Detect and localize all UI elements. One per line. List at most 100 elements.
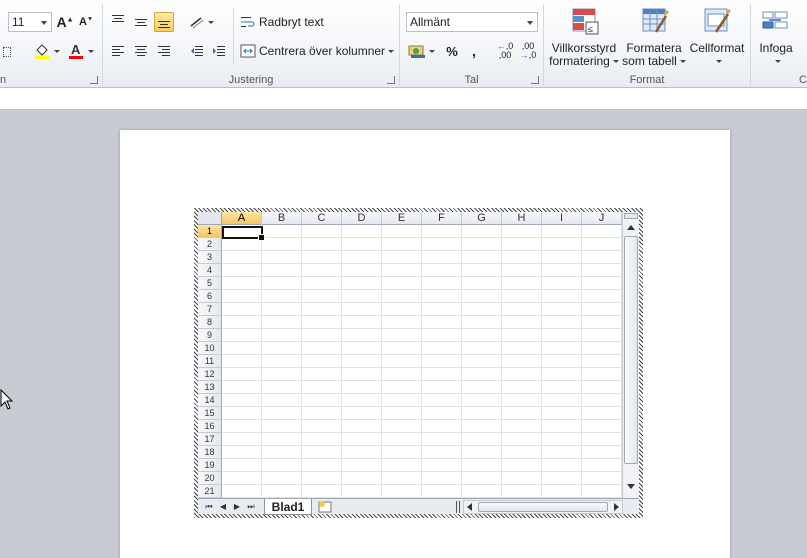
font-color-button[interactable]: A [66, 41, 94, 61]
row-header-4[interactable]: 4 [198, 264, 222, 277]
row-header-13[interactable]: 13 [198, 381, 222, 394]
column-header-h[interactable]: H [502, 212, 542, 225]
merge-cells-icon [240, 44, 256, 58]
column-header-c[interactable]: C [302, 212, 342, 225]
scroll-right-icon[interactable] [614, 503, 619, 511]
grid-line [222, 432, 622, 433]
row-header-12[interactable]: 12 [198, 368, 222, 381]
comma-button[interactable]: , [464, 41, 484, 61]
column-header-e[interactable]: E [382, 212, 422, 225]
active-cell-a1[interactable] [222, 226, 265, 241]
increase-indent-button[interactable] [209, 41, 229, 61]
grid-line [222, 276, 622, 277]
horizontal-scrollbar[interactable] [463, 500, 623, 514]
column-header-j[interactable]: J [582, 212, 622, 225]
insert-button[interactable]: Infoga [753, 6, 799, 70]
align-bottom-icon [158, 21, 170, 28]
row-header-1[interactable]: 1 [198, 225, 222, 238]
grid-line [222, 445, 622, 446]
chevron-down-icon [774, 60, 781, 64]
currency-button[interactable] [406, 41, 436, 61]
font-dialog-launcher[interactable] [90, 76, 98, 84]
column-header-b[interactable]: B [262, 212, 302, 225]
align-bottom-button[interactable] [154, 12, 174, 32]
chevron-down-icon [53, 49, 60, 53]
grid-line [222, 380, 622, 381]
column-header-d[interactable]: D [342, 212, 382, 225]
next-sheet-button[interactable]: ▶ [230, 500, 244, 513]
column-header-g[interactable]: G [462, 212, 502, 225]
decrease-indent-button[interactable] [187, 41, 207, 61]
last-sheet-button[interactable]: ⏭ [244, 500, 258, 513]
orientation-button[interactable] [187, 12, 215, 32]
row-header-19[interactable]: 19 [198, 459, 222, 472]
merge-center-button[interactable]: Centrera över kolumner [240, 41, 395, 61]
cell-grid[interactable]: A B C D E F G H I J 1 2 3 4 5 6 7 8 9 10 11 12 13 14 15 16 17 18 19 2… [198, 212, 639, 498]
scroll-left-icon[interactable] [467, 503, 472, 511]
column-header-a[interactable]: A [222, 212, 262, 225]
conditional-formatting-button[interactable]: ≤ Villkorsstyrd formatering [548, 6, 620, 70]
grid-line [222, 419, 622, 420]
row-header-10[interactable]: 10 [198, 342, 222, 355]
row-header-20[interactable]: 20 [198, 472, 222, 485]
row-header-2[interactable]: 2 [198, 238, 222, 251]
select-all-corner[interactable] [198, 212, 222, 225]
vertical-scroll-thumb[interactable] [624, 236, 638, 464]
format-as-table-button[interactable]: Formatera som tabell [622, 6, 686, 70]
column-header-i[interactable]: I [542, 212, 582, 225]
align-left-button[interactable] [108, 41, 128, 61]
number-dialog-launcher[interactable] [531, 76, 539, 84]
row-header-17[interactable]: 17 [198, 433, 222, 446]
alignment-dialog-launcher[interactable] [387, 76, 395, 84]
row-header-21[interactable]: 21 [198, 485, 222, 498]
insert-sheet-button[interactable] [316, 500, 346, 514]
scroll-up-icon[interactable] [627, 225, 635, 230]
row-header-11[interactable]: 11 [198, 355, 222, 368]
increase-decimal-button[interactable]: ←,0,00 [494, 40, 516, 62]
wrap-text-button[interactable]: Radbryt text [240, 12, 324, 32]
row-header-6[interactable]: 6 [198, 290, 222, 303]
first-sheet-button[interactable]: ⏮ [202, 500, 216, 513]
grow-font-button[interactable]: A▲ [55, 12, 75, 32]
align-middle-button[interactable] [131, 12, 151, 32]
sheet-tab-blad1[interactable]: Blad1 [264, 499, 312, 515]
row-header-14[interactable]: 14 [198, 394, 222, 407]
align-center-button[interactable] [131, 41, 151, 61]
row-header-15[interactable]: 15 [198, 407, 222, 420]
decrease-decimal-button[interactable]: ,00 →,0 [517, 40, 539, 62]
grid-line [222, 367, 622, 368]
align-right-button[interactable] [154, 41, 174, 61]
scroll-down-icon[interactable] [627, 484, 635, 489]
row-header-8[interactable]: 8 [198, 316, 222, 329]
row-header-5[interactable]: 5 [198, 277, 222, 290]
row-header-9[interactable]: 9 [198, 329, 222, 342]
column-header-f[interactable]: F [422, 212, 462, 225]
shrink-font-button[interactable]: A▼ [76, 12, 96, 32]
vertical-scrollbar[interactable] [622, 212, 639, 498]
row-header-7[interactable]: 7 [198, 303, 222, 316]
split-box[interactable] [624, 213, 638, 219]
fill-color-button[interactable] [32, 41, 60, 61]
embedded-worksheet[interactable]: A B C D E F G H I J 1 2 3 4 5 6 7 8 9 10 11 12 13 14 15 16 17 18 19 2… [194, 208, 643, 518]
grid-line [222, 328, 622, 329]
cell-styles-icon [704, 8, 732, 33]
percent-button[interactable]: % [442, 41, 462, 61]
row-header-16[interactable]: 16 [198, 420, 222, 433]
row-header-3[interactable]: 3 [198, 251, 222, 264]
font-color-icon: A [68, 42, 83, 59]
prev-sheet-button[interactable]: ◀ [216, 500, 230, 513]
align-top-icon [112, 15, 124, 22]
align-top-button[interactable] [108, 10, 128, 30]
cell-styles-button[interactable]: Cellformat [688, 6, 746, 70]
border-button[interactable] [0, 42, 14, 62]
styles-group-label: Format [629, 74, 665, 86]
horizontal-scroll-thumb[interactable] [478, 502, 608, 512]
number-group: Allmänt % , ←,0,00 ,00 →,0 Tal [400, 0, 543, 88]
grid-line [222, 250, 622, 251]
border-icon [3, 47, 11, 57]
decrease-decimal-icon: ,00 →,0 [519, 41, 537, 60]
tab-split-handle[interactable] [456, 501, 460, 513]
row-header-18[interactable]: 18 [198, 446, 222, 459]
number-format-select[interactable]: Allmänt [406, 12, 538, 32]
font-size-select[interactable]: 11 [8, 12, 52, 32]
